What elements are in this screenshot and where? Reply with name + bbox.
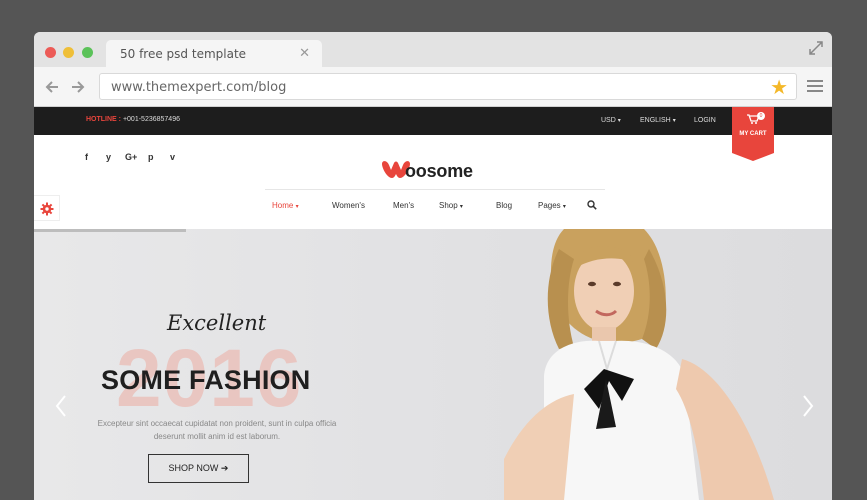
nav-item-shop[interactable]: Shop ▾	[439, 201, 463, 210]
caret-down-icon: ▾	[459, 204, 463, 210]
fashion-model-image	[504, 229, 774, 500]
gear-icon	[40, 202, 54, 216]
language-dropdown[interactable]: ENGLISH ▾	[640, 117, 676, 124]
tab-title: 50 free psd template	[120, 47, 247, 61]
hamburger-menu-icon[interactable]	[807, 80, 823, 93]
site-logo[interactable]: oosome	[381, 159, 491, 183]
slide-progress-bar	[34, 229, 186, 232]
hero-script-text: Excellent	[167, 311, 267, 335]
caret-down-icon: ▾	[295, 204, 299, 210]
logo-text: oosome	[405, 161, 473, 181]
close-window-button[interactable]	[45, 47, 56, 58]
browser-tab[interactable]: 50 free psd template ✕	[106, 40, 322, 67]
currency-label: USD	[601, 117, 616, 124]
expand-icon[interactable]	[808, 40, 824, 56]
shop-now-label: SHOP NOW	[168, 463, 219, 473]
tab-close-icon[interactable]: ✕	[299, 45, 310, 61]
caret-down-icon: ▾	[562, 204, 566, 210]
nav-divider	[265, 189, 605, 190]
hotline-number: +001-5236857496	[122, 116, 180, 123]
hotline: HOTLINE : +001-5236857496	[86, 116, 180, 123]
facebook-icon[interactable]: f	[85, 152, 88, 162]
browser-toolbar: www.themexpert.com/blog ★	[34, 67, 832, 107]
language-label: ENGLISH	[640, 117, 671, 124]
tab-strip: 50 free psd template ✕	[34, 32, 832, 67]
shop-now-button[interactable]: SHOP NOW ➔	[148, 454, 249, 483]
caret-down-icon: ▾	[617, 118, 621, 124]
top-bar: HOTLINE : +001-5236857496 USD ▾ ENGLISH …	[34, 107, 832, 135]
arrow-right-icon: ➔	[220, 463, 229, 473]
slider-next-arrow-icon[interactable]	[801, 394, 815, 418]
browser-window: 50 free psd template ✕ www.themexpert.co…	[34, 32, 832, 500]
twitter-icon[interactable]: y	[106, 152, 111, 162]
google-plus-icon[interactable]: G+	[125, 152, 137, 162]
login-link[interactable]: LOGIN	[694, 117, 716, 124]
pinterest-icon[interactable]: p	[148, 152, 154, 162]
my-cart-button[interactable]: 0 MY CART	[732, 107, 774, 161]
webpage: HOTLINE : +001-5236857496 USD ▾ ENGLISH …	[34, 107, 832, 500]
nav-item-home[interactable]: Home ▾	[272, 201, 299, 210]
hero-headline: SOME FASHION	[101, 365, 311, 395]
hero-slider: 2016 Excellent SOME FASHION Excepteur si…	[34, 229, 832, 500]
nav-item-label: Home	[272, 201, 294, 210]
hero-description: Excepteur sint occaecat cupidatat non pr…	[97, 419, 337, 441]
settings-toggle[interactable]	[34, 195, 60, 221]
hotline-label: HOTLINE :	[86, 116, 121, 123]
nav-item-womens[interactable]: Women's	[332, 201, 365, 210]
back-arrow-icon[interactable]	[44, 79, 60, 95]
slider-prev-arrow-icon[interactable]	[54, 394, 68, 418]
currency-dropdown[interactable]: USD ▾	[601, 117, 621, 124]
nav-item-blog[interactable]: Blog	[496, 201, 512, 210]
url-text: www.themexpert.com/blog	[111, 80, 287, 95]
cart-count-badge: 0	[757, 112, 765, 120]
maximize-window-button[interactable]	[82, 47, 93, 58]
address-bar[interactable]: www.themexpert.com/blog ★	[99, 73, 797, 100]
nav-item-mens[interactable]: Men's	[393, 201, 414, 210]
nav-item-label: Shop	[439, 201, 458, 210]
search-icon[interactable]	[587, 200, 597, 210]
minimize-window-button[interactable]	[63, 47, 74, 58]
forward-arrow-icon[interactable]	[70, 79, 86, 95]
vimeo-icon[interactable]: v	[170, 152, 175, 162]
cart-label: MY CART	[739, 131, 767, 137]
nav-item-label: Pages	[538, 201, 561, 210]
caret-down-icon: ▾	[672, 118, 676, 124]
bookmark-star-icon[interactable]: ★	[770, 75, 788, 100]
nav-item-pages[interactable]: Pages ▾	[538, 201, 566, 210]
